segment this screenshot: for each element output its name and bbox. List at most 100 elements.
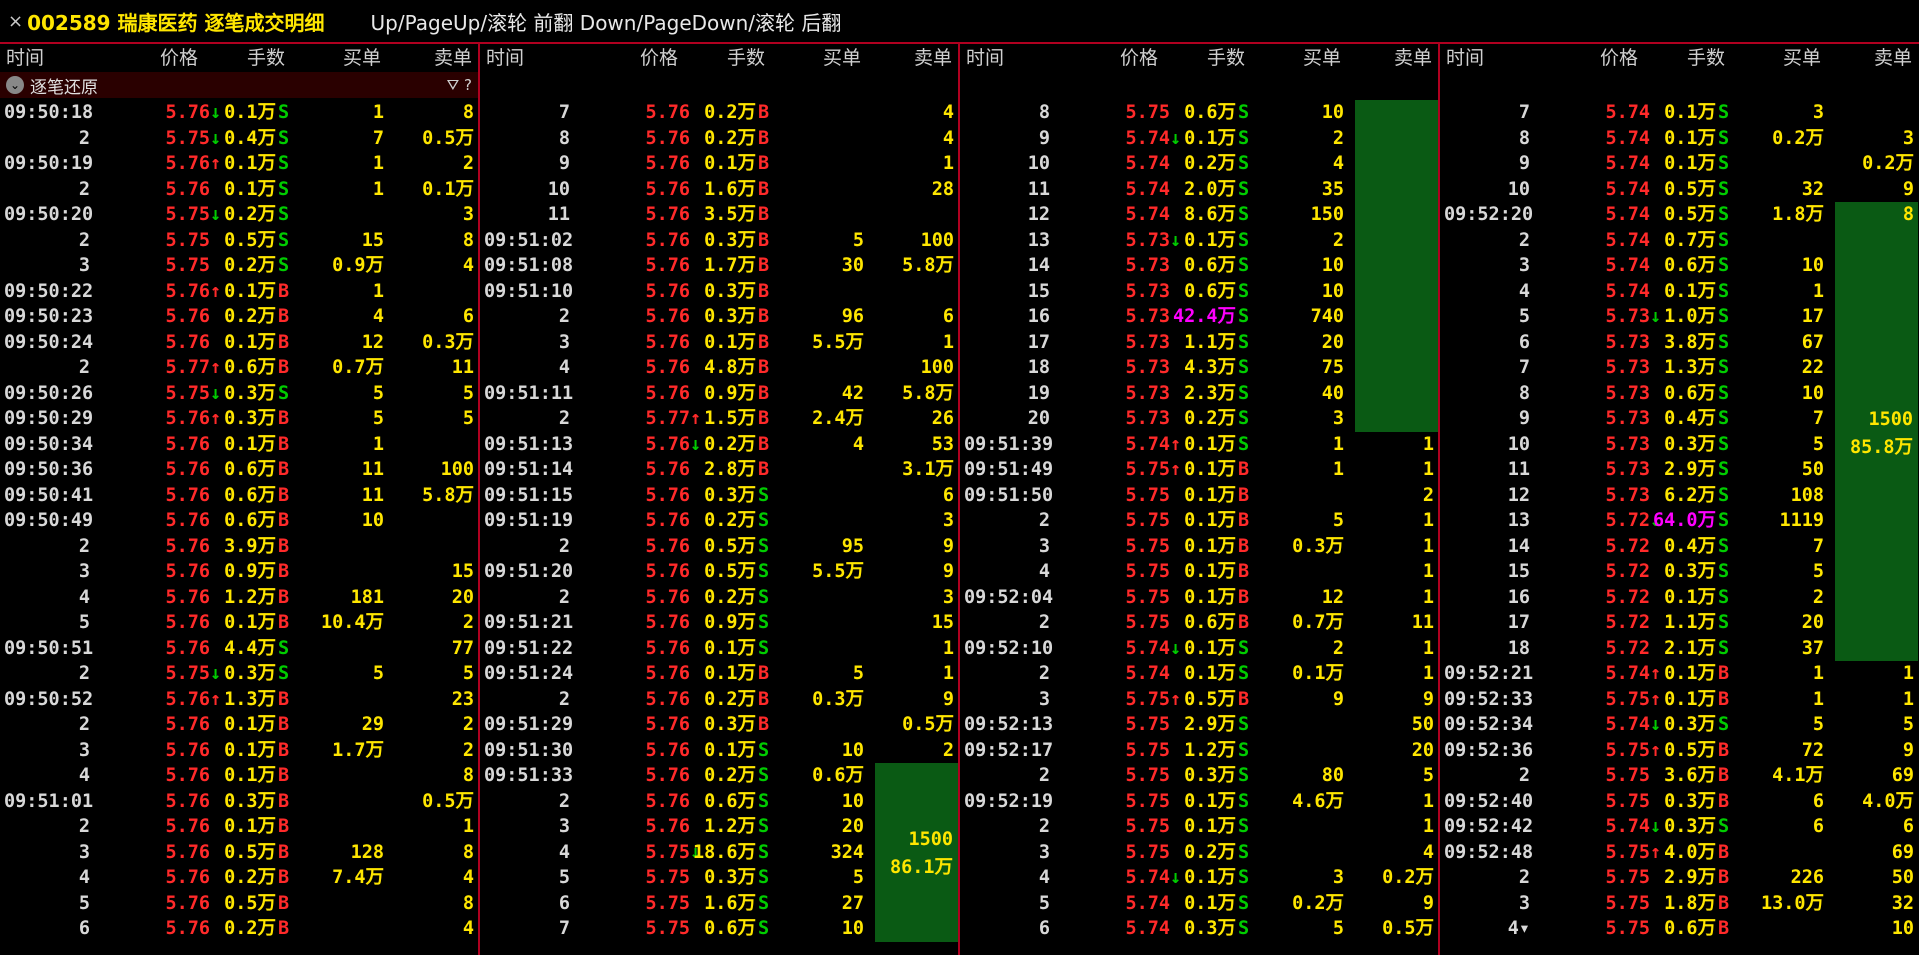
trade-row[interactable]: 09:51:15 5.76 0.3万 S 6	[480, 483, 958, 509]
header-volume[interactable]: 手数	[247, 44, 285, 72]
trade-row[interactable]: 3 5.76 0.1万 B 5.5万 1	[480, 330, 958, 356]
trade-row[interactable]: 09:52:40 5.75 0.3万 B 6 4.0万	[1440, 789, 1918, 815]
trade-row[interactable]: 09:50:26 5.75 ↓ 0.3万 S 5 5	[0, 381, 478, 407]
trade-row[interactable]: 09:51:19 5.76 0.2万 S 3	[480, 508, 958, 534]
trade-row[interactable]: 2 5.76 0.1万 B 1	[0, 814, 478, 840]
header-volume[interactable]: 手数	[1207, 44, 1245, 72]
trade-row[interactable]: 19 5.73 2.3万 S 40	[960, 381, 1438, 407]
trade-row[interactable]: 5 5.76 0.5万 B 8	[0, 891, 478, 917]
trade-row[interactable]: 2 5.77 ↑ 1.5万 B 2.4万 26	[480, 406, 958, 432]
trade-row[interactable]: 9 5.76 0.1万 B 1	[480, 151, 958, 177]
trade-row[interactable]: 09:50:29 5.76 ↑ 0.3万 B 5 5	[0, 406, 478, 432]
trade-row[interactable]: 6 5.76 0.2万 B 4	[0, 916, 478, 942]
trade-row[interactable]: 18 5.73 4.3万 S 75	[960, 355, 1438, 381]
trade-row[interactable]: 2 5.75 0.5万 S 15 8	[0, 228, 478, 254]
trade-row[interactable]: 5 5.75 0.3万 S 5	[480, 865, 958, 891]
trade-row[interactable]: 7 5.76 0.2万 B 4	[480, 100, 958, 126]
header-buy[interactable]: 买单	[1303, 44, 1341, 72]
trade-row[interactable]: 09:52:17 5.75 1.2万 S 20	[960, 738, 1438, 764]
trade-row[interactable]: 09:51:14 5.76 2.8万 B 3.1万	[480, 457, 958, 483]
trade-row[interactable]: 09:51:22 5.76 0.1万 S 1	[480, 636, 958, 662]
trade-row[interactable]: 17 5.72 1.1万 S 20	[1440, 610, 1918, 636]
trade-row[interactable]: 09:51:10 5.76 0.3万 B	[480, 279, 958, 305]
trade-row[interactable]: 7 5.74 0.1万 S 3	[1440, 100, 1918, 126]
trade-row[interactable]: 9 5.74 ↓ 0.1万 S 2	[960, 126, 1438, 152]
trade-row[interactable]: 3 5.75 1.8万 B 13.0万 32	[1440, 891, 1918, 917]
trade-row[interactable]: 09:51:24 5.76 0.1万 B 5 1	[480, 661, 958, 687]
trade-row[interactable]: 09:52:19 5.75 0.1万 S 4.6万 1	[960, 789, 1438, 815]
trade-row[interactable]: 8 5.73 0.6万 S 10	[1440, 381, 1918, 407]
trade-row[interactable]: 7 5.73 1.3万 S 22	[1440, 355, 1918, 381]
trade-row[interactable]: 09:50:23 5.76 0.2万 B 4 6	[0, 304, 478, 330]
trade-row[interactable]: 13 5.72 ↓ 64.0万 S 1119	[1440, 508, 1918, 534]
trade-row[interactable]: 09:52:13 5.75 2.9万 S 50	[960, 712, 1438, 738]
trade-row[interactable]: 5 5.74 0.1万 S 0.2万 9	[960, 891, 1438, 917]
trade-row[interactable]: 2 5.76 0.2万 S 3	[480, 585, 958, 611]
trade-row[interactable]: 09:52:21 5.74 ↑ 0.1万 B 1 1	[1440, 661, 1918, 687]
trade-row[interactable]: 15 5.72 0.3万 S 5	[1440, 559, 1918, 585]
trade-row[interactable]: 5 5.73 ↓ 1.0万 S 17	[1440, 304, 1918, 330]
trade-row[interactable]: 16 5.72 0.1万 S 2	[1440, 585, 1918, 611]
trade-row[interactable]: 4 5.74 ↓ 0.1万 S 3 0.2万	[960, 865, 1438, 891]
trade-row[interactable]: 09:51:33 5.76 0.2万 S 0.6万	[480, 763, 958, 789]
trade-row[interactable]: 12 5.74 8.6万 S 150	[960, 202, 1438, 228]
trade-row[interactable]: 09:51:02 5.76 0.3万 B 5 100	[480, 228, 958, 254]
trade-row[interactable]: 3 5.76 0.5万 B 128 8	[0, 840, 478, 866]
trade-row[interactable]: 14 5.73 0.6万 S 10	[960, 253, 1438, 279]
header-price[interactable]: 价格	[1600, 44, 1638, 72]
filter-icon[interactable]: ⛛	[447, 76, 464, 94]
trade-row[interactable]: 2 5.74 0.7万 S	[1440, 228, 1918, 254]
trade-row[interactable]: 2 5.76 0.2万 B 0.3万 9	[480, 687, 958, 713]
header-time[interactable]: 时间	[486, 44, 524, 72]
trade-row[interactable]: 09:50:41 5.76 0.6万 B 11 5.8万	[0, 483, 478, 509]
chevron-down-icon[interactable]: ⌄	[6, 76, 24, 94]
trade-row[interactable]: 5 5.76 0.1万 B 10.4万 2	[0, 610, 478, 636]
trade-row[interactable]: 3 5.76 1.2万 S 20	[480, 814, 958, 840]
header-sell[interactable]: 卖单	[434, 44, 472, 72]
trade-row[interactable]: 09:52:48 5.75 ↑ 4.0万 B 69	[1440, 840, 1918, 866]
trade-row[interactable]: 4 5.76 1.2万 B 181 20	[0, 585, 478, 611]
trade-row[interactable]: 09:52:04 5.75 0.1万 B 12 1	[960, 585, 1438, 611]
trade-row[interactable]: 09:50:18 5.76 ↓ 0.1万 S 1 8	[0, 100, 478, 126]
restore-label[interactable]: 逐笔还原	[30, 73, 98, 98]
trade-row[interactable]: 09:52:10 5.74 ↓ 0.1万 S 2 1	[960, 636, 1438, 662]
trade-row[interactable]: 15 5.73 0.6万 S 10	[960, 279, 1438, 305]
trade-row[interactable]: 16 5.73 42.4万 S 740	[960, 304, 1438, 330]
trade-row[interactable]: 09:50:22 5.76 ↑ 0.1万 B 1	[0, 279, 478, 305]
trade-row[interactable]: 4 5.75 0.1万 B 1	[960, 559, 1438, 585]
trade-row[interactable]: 2 5.75 0.3万 S 80 5	[960, 763, 1438, 789]
trade-row[interactable]: 11 5.74 2.0万 S 35	[960, 177, 1438, 203]
trade-row[interactable]: 17 5.73 1.1万 S 20	[960, 330, 1438, 356]
trade-row[interactable]: 2 5.75 0.6万 B 0.7万 11	[960, 610, 1438, 636]
trade-row[interactable]: 2 5.75 ↓ 0.3万 S 5 5	[0, 661, 478, 687]
trade-row[interactable]: 09:51:21 5.76 0.9万 S 15	[480, 610, 958, 636]
trade-row[interactable]: 10 5.73 0.3万 S 5	[1440, 432, 1918, 458]
trade-row[interactable]: 2 5.75 0.1万 S 1	[960, 814, 1438, 840]
trade-row[interactable]: 2 5.76 0.1万 B 29 2	[0, 712, 478, 738]
trade-row[interactable]: 09:52:42 5.74 ↓ 0.3万 S 6 6	[1440, 814, 1918, 840]
trade-row[interactable]: 3 5.76 0.9万 B 15	[0, 559, 478, 585]
trade-row[interactable]: 09:52:36 5.75 ↑ 0.5万 B 72 9	[1440, 738, 1918, 764]
trade-row[interactable]: 2 5.75 3.6万 B 4.1万 69	[1440, 763, 1918, 789]
trade-row[interactable]: 09:52:34 5.74 ↓ 0.3万 S 5 5	[1440, 712, 1918, 738]
header-price[interactable]: 价格	[1120, 44, 1158, 72]
header-buy[interactable]: 买单	[1783, 44, 1821, 72]
trade-row[interactable]: 4 5.76 0.2万 B 7.4万 4	[0, 865, 478, 891]
trade-row[interactable]: 7 5.75 0.6万 S 10	[480, 916, 958, 942]
trade-row[interactable]: 2 5.75 2.9万 B 226 50	[1440, 865, 1918, 891]
header-time[interactable]: 时间	[1446, 44, 1484, 72]
trade-row[interactable]: 2 5.75 0.1万 B 5 1	[960, 508, 1438, 534]
trade-row[interactable]: 09:50:36 5.76 0.6万 B 11 100	[0, 457, 478, 483]
trade-row[interactable]: 3 5.76 0.1万 B 1.7万 2	[0, 738, 478, 764]
trade-row[interactable]: 6 5.73 3.8万 S 67	[1440, 330, 1918, 356]
trade-row[interactable]: 2 5.75 ↓ 0.4万 S 7 0.5万	[0, 126, 478, 152]
trade-row[interactable]: 09:51:39 5.74 ↑ 0.1万 S 1 1	[960, 432, 1438, 458]
trade-row[interactable]: 3 5.74 0.6万 S 10	[1440, 253, 1918, 279]
trade-row[interactable]: 8 5.75 0.6万 S 10	[960, 100, 1438, 126]
header-price[interactable]: 价格	[160, 44, 198, 72]
header-buy[interactable]: 买单	[343, 44, 381, 72]
trade-row[interactable]: 6 5.74 0.3万 S 5 0.5万	[960, 916, 1438, 942]
trade-row[interactable]: 2 5.76 3.9万 B	[0, 534, 478, 560]
trade-row[interactable]: 09:51:13 5.76 ↓ 0.2万 B 4 53	[480, 432, 958, 458]
trade-row[interactable]: 10 5.74 0.2万 S 4	[960, 151, 1438, 177]
